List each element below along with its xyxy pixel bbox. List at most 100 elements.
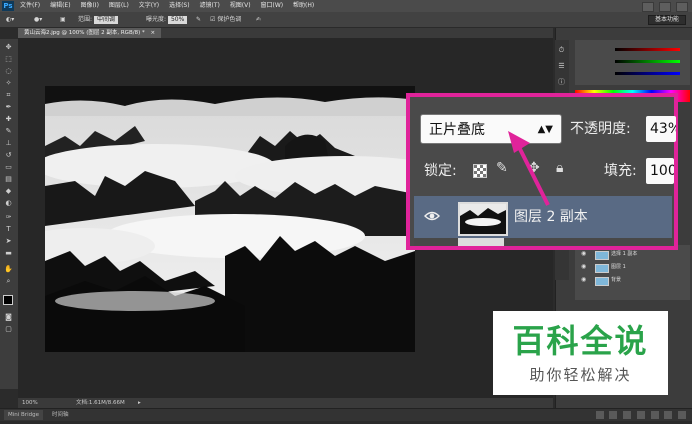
menu-select[interactable]: 选择(S) [169,2,190,9]
shape-tool-icon[interactable]: ▬ [4,249,13,258]
fill-label: 填充: [604,163,637,179]
menu-help[interactable]: 帮助(H) [293,2,314,9]
new-layer-icon[interactable] [664,411,673,419]
layer-thumbnail [595,264,609,273]
layer-row[interactable]: ◉ 图层 1 [575,262,690,273]
brush-panel-icon[interactable]: ▣ [60,12,66,27]
opacity-field[interactable]: 43% [646,116,676,142]
move-tool-icon[interactable]: ✥ [4,43,13,52]
status-menu-arrow-icon[interactable]: ▸ [138,398,141,408]
type-tool-icon[interactable]: T [4,225,13,234]
next-layer-row[interactable] [414,238,672,246]
quick-select-tool-icon[interactable]: ✧ [4,79,13,88]
adjustment-layer-icon[interactable] [636,411,645,419]
layer-thumbnail [458,238,504,246]
healing-tool-icon[interactable]: ✚ [4,115,13,124]
properties-panel-icon[interactable]: ☰ [557,62,566,71]
maximize-button[interactable] [659,2,672,12]
tab-close-icon[interactable]: × [150,30,155,36]
foreground-color-swatch[interactable] [3,295,13,305]
hand-tool-icon[interactable]: ✋ [4,265,13,274]
color-panel [575,40,690,85]
menu-window[interactable]: 窗口(W) [261,2,284,9]
menu-items: 文件(F) 编辑(E) 图像(I) 图层(L) 文字(Y) 选择(S) 滤镜(T… [20,0,322,12]
lasso-tool-icon[interactable]: ◌ [4,67,13,76]
add-mask-icon[interactable] [623,411,631,419]
history-brush-tool-icon[interactable]: ↺ [4,151,13,160]
quick-mask-icon[interactable]: ◙ [4,313,13,322]
protect-tones-checkbox[interactable]: ☑ [210,16,215,23]
tools-panel: ✥ ⬚ ◌ ✧ ⌗ ✒ ✚ ✎ ⊥ ↺ ▭ ▤ ◆ ◐ ✑ T ➤ ▬ ✋ ⌕ … [0,39,19,389]
range-label: 范围: [78,16,93,23]
tab-mini-bridge[interactable]: Mini Bridge [4,410,43,420]
airbrush-icon[interactable]: ✎ [196,12,201,27]
visibility-eye-icon[interactable]: ◉ [581,262,586,272]
history-panel-icon[interactable]: ⏱ [557,46,566,55]
info-panel-icon[interactable]: ⓘ [557,78,566,87]
landscape-photo [45,86,415,352]
screen-mode-icon[interactable]: ▢ [4,325,13,334]
crop-tool-icon[interactable]: ⌗ [4,91,13,100]
lock-transparent-pixels-icon[interactable] [473,164,487,178]
layer-name: 背景 [611,277,622,283]
annotation-arrow-icon [508,131,550,206]
green-slider[interactable] [615,60,680,63]
eraser-tool-icon[interactable]: ▭ [4,163,13,172]
eyedropper-tool-icon[interactable]: ✒ [4,103,13,112]
layers-panel-list: ◉ 选择 1 副本 ◉ 图层 1 ◉ 背景 [575,245,690,300]
document-image[interactable] [45,86,415,352]
layer-row[interactable]: ◉ 背景 [575,275,690,286]
marquee-tool-icon[interactable]: ⬚ [4,55,13,64]
menu-layer[interactable]: 图层(L) [109,2,129,9]
brush-tool-icon[interactable]: ✎ [4,127,13,136]
stamp-tool-icon[interactable]: ⊥ [4,139,13,148]
document-tab-bar: 黄山云海2.jpg @ 100% (图层 2 副本, RGB/8) * × [18,28,553,38]
watermark-badge: 百科全说 助你轻松解决 [493,311,668,395]
blur-tool-icon[interactable]: ◆ [4,187,13,196]
tab-timeline[interactable]: 时间轴 [48,410,73,420]
layer-thumbnail [595,251,609,260]
zoom-tool-icon[interactable]: ⌕ [4,277,13,286]
visibility-eye-icon[interactable]: ◉ [581,249,586,259]
menu-type[interactable]: 文字(Y) [139,2,159,9]
document-size: 文档:1.61M/8.66M [76,400,125,406]
close-button[interactable] [676,2,688,12]
menu-filter[interactable]: 滤镜(T) [200,2,220,9]
options-bar: ◐▾ ●▾ ▣ 范围: 中间调 曝光度: 50% ✎ ☑ 保护色调 ✍ 基本功能 [0,12,692,28]
menu-view[interactable]: 视图(V) [230,2,251,9]
menu-image[interactable]: 图像(I) [80,2,98,9]
lock-label: 锁定: [424,163,457,179]
layer-thumbnail [595,277,609,286]
dodge-tool-icon[interactable]: ◐▾ [6,12,14,27]
path-select-tool-icon[interactable]: ➤ [4,237,13,246]
exposure-field[interactable]: 50% [167,15,188,24]
workspace-switcher[interactable]: 基本功能 [647,15,686,25]
layer-name: 图层 1 [611,264,626,270]
layer-style-icon[interactable] [609,411,618,419]
zoom-level[interactable]: 100% [22,398,38,408]
link-layers-icon[interactable] [595,411,604,419]
exposure-label: 曝光度: [146,16,167,23]
range-select[interactable]: 中间调 [93,15,118,24]
brush-preset-icon[interactable]: ●▾ [34,12,42,27]
blue-slider[interactable] [615,72,680,75]
document-tab-title: 黄山云海2.jpg @ 100% (图层 2 副本, RGB/8) * [24,30,145,36]
visibility-eye-icon[interactable]: ◉ [581,275,586,285]
layer-row[interactable]: ◉ 选择 1 副本 [575,249,690,260]
delete-layer-icon[interactable] [678,411,686,419]
minimize-button[interactable] [642,2,655,12]
bottom-panel-bar: Mini Bridge 时间轴 [0,408,692,421]
opacity-label: 不透明度: [570,121,631,137]
dodge-tool-icon-side[interactable]: ◐ [4,199,13,208]
document-tab[interactable]: 黄山云海2.jpg @ 100% (图层 2 副本, RGB/8) * × [18,28,162,38]
fill-field[interactable]: 100% [646,158,674,184]
pen-tool-icon[interactable]: ✑ [4,213,13,222]
new-group-icon[interactable] [650,411,659,419]
visibility-eye-icon[interactable] [424,208,440,224]
red-slider[interactable] [615,48,680,51]
menu-edit[interactable]: 编辑(E) [50,2,70,9]
gradient-tool-icon[interactable]: ▤ [4,175,13,184]
photoshop-logo: Ps [2,1,14,11]
menu-file[interactable]: 文件(F) [20,2,40,9]
pressure-icon[interactable]: ✍ [256,12,261,27]
